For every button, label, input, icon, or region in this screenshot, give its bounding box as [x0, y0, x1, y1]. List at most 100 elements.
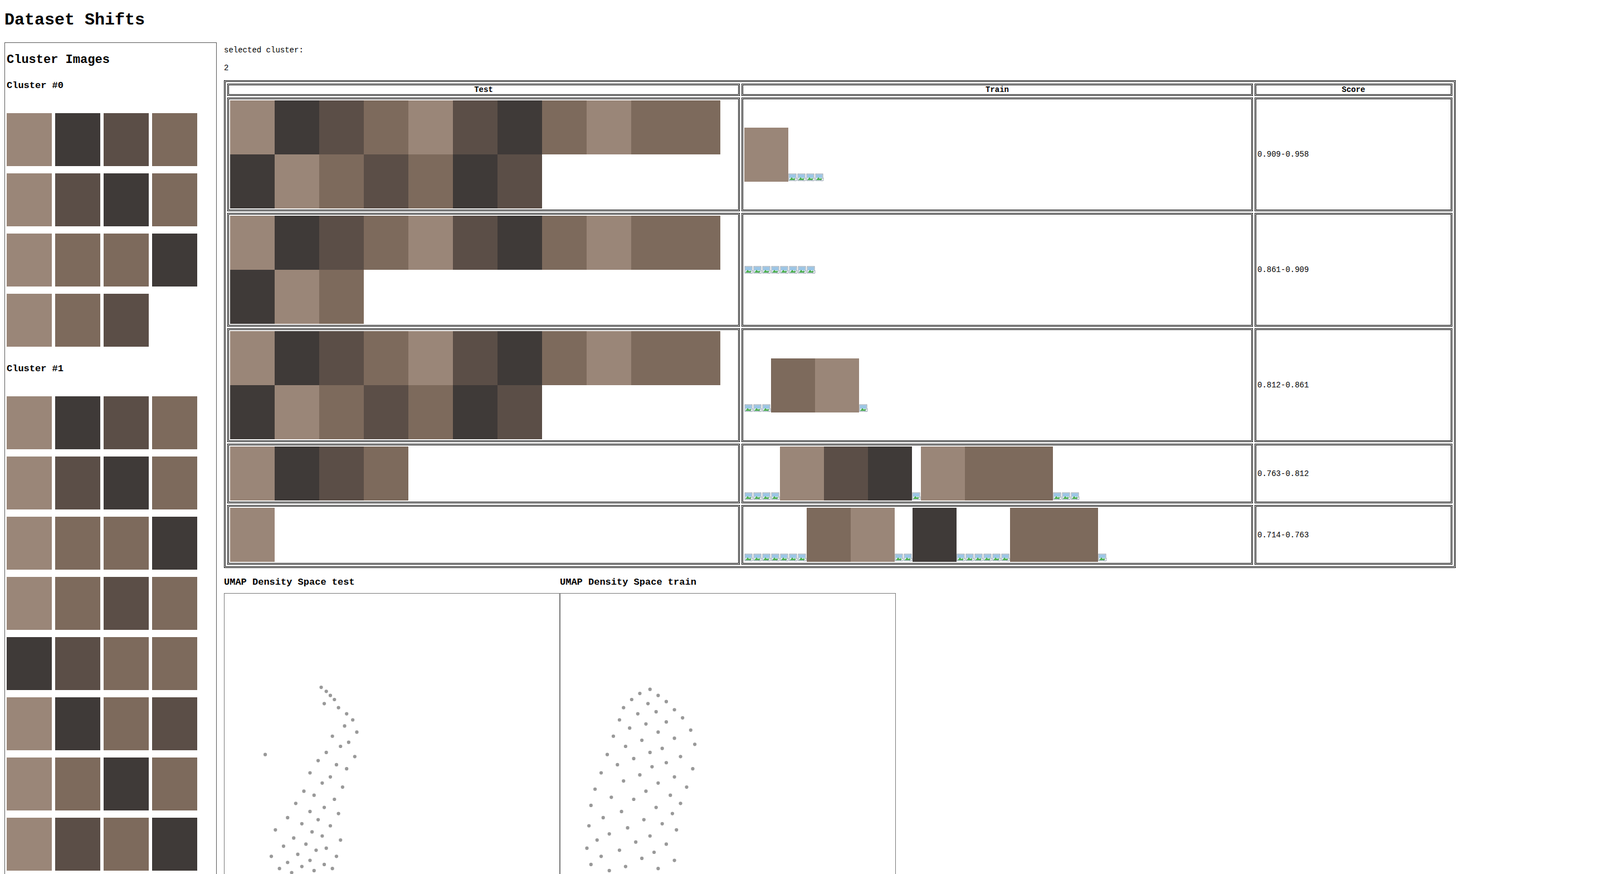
test-image[interactable] [363, 384, 409, 439]
train-image[interactable] [744, 127, 789, 182]
broken-image-icon[interactable] [1098, 552, 1107, 562]
cluster-image[interactable] [152, 696, 198, 750]
cluster-image[interactable] [55, 396, 101, 450]
test-image[interactable] [631, 100, 676, 155]
test-image[interactable] [230, 384, 275, 439]
test-image[interactable] [452, 215, 498, 270]
test-image[interactable] [274, 154, 320, 209]
cluster-image[interactable] [55, 173, 101, 227]
broken-image-icon[interactable] [788, 172, 798, 182]
cluster-image[interactable] [6, 516, 52, 570]
test-image[interactable] [497, 215, 543, 270]
test-image[interactable] [319, 330, 364, 385]
test-image[interactable] [319, 100, 364, 155]
cluster-image[interactable] [152, 817, 198, 871]
broken-image-icon[interactable] [753, 552, 763, 562]
broken-image-icon[interactable] [762, 403, 772, 413]
broken-image-icon[interactable] [903, 552, 913, 562]
test-image[interactable] [586, 330, 632, 385]
test-image[interactable] [230, 330, 275, 385]
cluster-image[interactable] [152, 173, 198, 227]
test-image[interactable] [274, 384, 320, 439]
broken-image-icon[interactable] [911, 491, 921, 501]
broken-image-icon[interactable] [1070, 491, 1080, 501]
train-image[interactable] [771, 358, 816, 413]
test-image[interactable] [675, 100, 721, 155]
test-image[interactable] [363, 215, 409, 270]
train-image[interactable] [867, 446, 912, 501]
cluster-image[interactable] [103, 456, 149, 510]
broken-image-icon[interactable] [771, 552, 780, 562]
test-image[interactable] [319, 215, 364, 270]
broken-image-icon[interactable] [762, 265, 772, 275]
cluster-image[interactable] [6, 293, 52, 347]
cluster-image[interactable] [152, 516, 198, 570]
test-image[interactable] [319, 269, 364, 324]
broken-image-icon[interactable] [1001, 552, 1011, 562]
cluster-image[interactable] [152, 113, 198, 167]
cluster-image[interactable] [55, 233, 101, 287]
broken-image-icon[interactable] [779, 265, 789, 275]
test-image[interactable] [542, 100, 587, 155]
broken-image-icon[interactable] [771, 265, 780, 275]
broken-image-icon[interactable] [956, 552, 966, 562]
cluster-image[interactable] [152, 636, 198, 690]
train-image[interactable] [920, 446, 965, 501]
test-image[interactable] [452, 100, 498, 155]
broken-image-icon[interactable] [744, 265, 754, 275]
test-image[interactable] [408, 384, 453, 439]
test-image[interactable] [452, 154, 498, 209]
broken-image-icon[interactable] [992, 552, 1002, 562]
train-image[interactable] [779, 446, 824, 501]
broken-image-icon[interactable] [753, 403, 763, 413]
cluster-image[interactable] [103, 636, 149, 690]
broken-image-icon[interactable] [965, 552, 975, 562]
cluster-image[interactable] [55, 817, 101, 871]
broken-image-icon[interactable] [788, 552, 798, 562]
cluster-image[interactable] [6, 396, 52, 450]
cluster-image[interactable] [55, 293, 101, 347]
broken-image-icon[interactable] [1061, 491, 1071, 501]
train-image[interactable] [1008, 446, 1053, 501]
broken-image-icon[interactable] [762, 491, 772, 501]
train-image[interactable] [806, 507, 851, 562]
train-image[interactable] [1010, 507, 1055, 562]
test-image[interactable] [675, 330, 721, 385]
test-image[interactable] [675, 215, 721, 270]
broken-image-icon[interactable] [744, 552, 754, 562]
cluster-image[interactable] [55, 636, 101, 690]
train-image[interactable] [815, 358, 860, 413]
test-image[interactable] [497, 100, 543, 155]
cluster-image[interactable] [6, 636, 52, 690]
broken-image-icon[interactable] [1052, 491, 1062, 501]
broken-image-icon[interactable] [815, 172, 824, 182]
cluster-image[interactable] [103, 173, 149, 227]
cluster-image[interactable] [103, 576, 149, 630]
cluster-image[interactable] [152, 233, 198, 287]
broken-image-icon[interactable] [797, 172, 807, 182]
test-image[interactable] [274, 100, 320, 155]
cluster-image[interactable] [6, 576, 52, 630]
test-image[interactable] [497, 384, 543, 439]
broken-image-icon[interactable] [974, 552, 984, 562]
train-image[interactable] [850, 507, 895, 562]
test-image[interactable] [542, 215, 587, 270]
test-image[interactable] [631, 215, 676, 270]
cluster-image[interactable] [6, 456, 52, 510]
broken-image-icon[interactable] [797, 265, 807, 275]
train-image[interactable] [823, 446, 868, 501]
cluster-image[interactable] [152, 576, 198, 630]
test-image[interactable] [363, 154, 409, 209]
cluster-image[interactable] [103, 817, 149, 871]
cluster-image[interactable] [55, 696, 101, 750]
cluster-image[interactable] [55, 456, 101, 510]
broken-image-icon[interactable] [744, 491, 754, 501]
test-image[interactable] [452, 384, 498, 439]
broken-image-icon[interactable] [859, 403, 868, 413]
test-image[interactable] [319, 384, 364, 439]
test-image[interactable] [230, 446, 275, 501]
test-image[interactable] [586, 100, 632, 155]
train-image[interactable] [912, 507, 957, 562]
cluster-image[interactable] [103, 757, 149, 811]
cluster-image[interactable] [103, 696, 149, 750]
